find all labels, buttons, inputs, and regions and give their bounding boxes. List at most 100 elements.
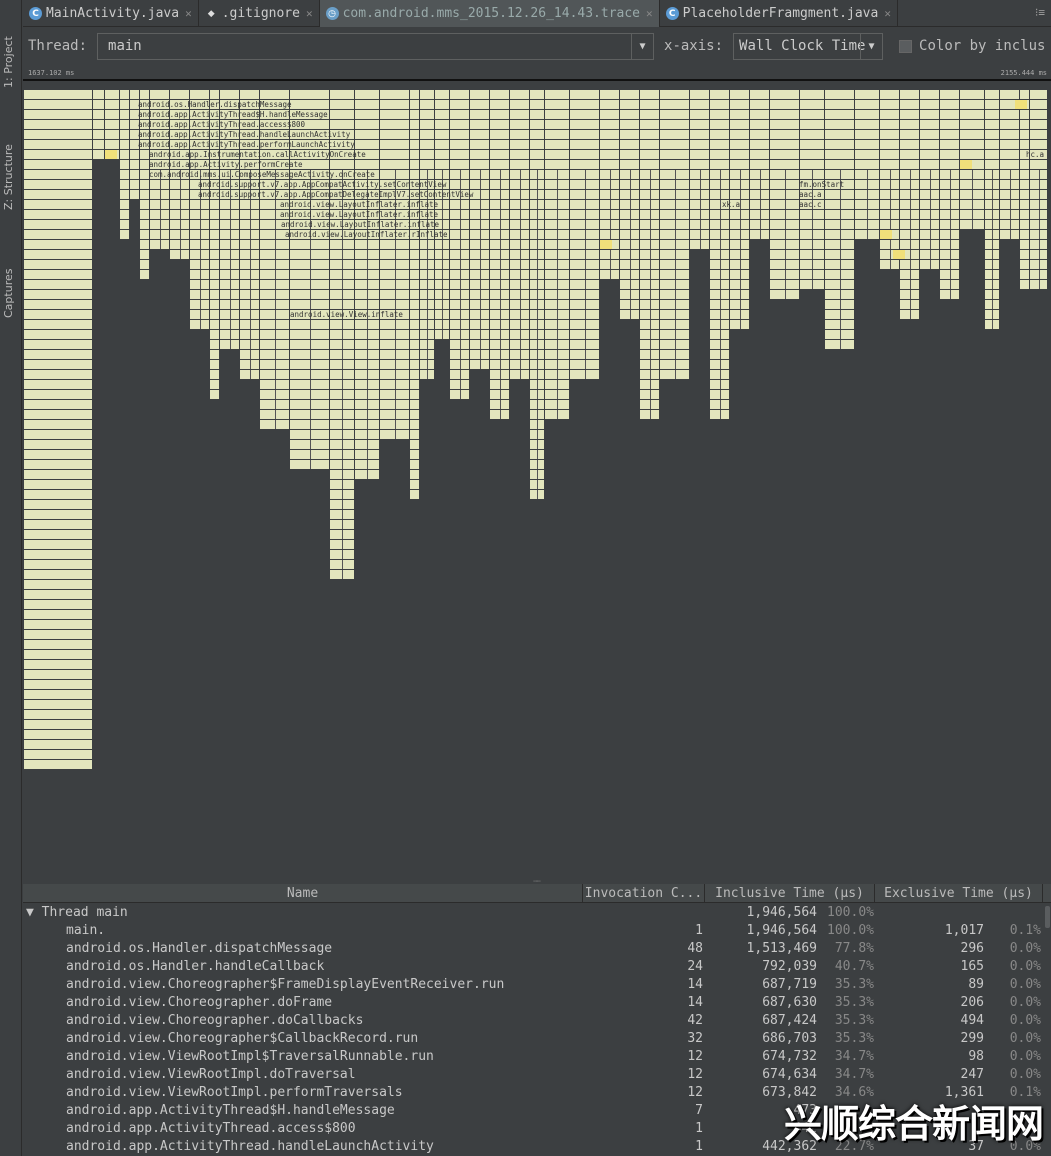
flame-bar[interactable] bbox=[600, 110, 619, 119]
flame-bar[interactable] bbox=[730, 230, 749, 239]
flame-bar[interactable] bbox=[620, 110, 639, 119]
close-icon[interactable]: ✕ bbox=[646, 7, 653, 20]
flame-bar[interactable] bbox=[220, 210, 239, 219]
flame-bar[interactable] bbox=[355, 90, 379, 99]
flame-bar[interactable] bbox=[920, 150, 939, 159]
flame-bar[interactable] bbox=[510, 350, 529, 359]
flame-bar[interactable] bbox=[24, 410, 92, 419]
flame-bar[interactable] bbox=[825, 160, 854, 169]
flame-bar[interactable] bbox=[240, 260, 259, 269]
flame-bar[interactable] bbox=[490, 170, 509, 179]
flame-bar[interactable] bbox=[1030, 160, 1047, 169]
flame-bar[interactable] bbox=[510, 140, 529, 149]
flame-bar[interactable] bbox=[490, 180, 509, 189]
flame-bar[interactable] bbox=[710, 340, 729, 349]
flame-bar[interactable] bbox=[24, 430, 92, 439]
flame-bar[interactable] bbox=[330, 100, 354, 109]
flame-bar[interactable] bbox=[545, 100, 569, 109]
flame-bar[interactable] bbox=[435, 150, 449, 159]
flame-bar[interactable] bbox=[140, 240, 149, 249]
flame-bar[interactable] bbox=[660, 340, 689, 349]
flame-bar[interactable] bbox=[510, 200, 529, 209]
flame-bar[interactable] bbox=[93, 120, 104, 129]
flame-bar[interactable] bbox=[825, 330, 854, 339]
flame-bar[interactable] bbox=[1020, 270, 1029, 279]
flame-bar[interactable] bbox=[380, 130, 409, 139]
flame-bar[interactable] bbox=[985, 110, 999, 119]
flame-bar[interactable] bbox=[940, 240, 959, 249]
flame-bar[interactable] bbox=[410, 380, 419, 389]
flame-bar[interactable] bbox=[900, 120, 919, 129]
flame-bar[interactable] bbox=[940, 170, 959, 179]
flame-bar[interactable] bbox=[825, 320, 854, 329]
flame-bar[interactable] bbox=[210, 330, 219, 339]
flame-bar[interactable] bbox=[24, 730, 92, 739]
flame-bar[interactable] bbox=[880, 180, 899, 189]
flame-bar[interactable] bbox=[640, 200, 659, 209]
flame-bar[interactable] bbox=[24, 180, 92, 189]
flame-bar[interactable] bbox=[825, 90, 854, 99]
flame-bar[interactable] bbox=[470, 260, 489, 269]
flame-bar[interactable] bbox=[940, 210, 959, 219]
flame-bar[interactable] bbox=[920, 190, 939, 199]
flame-bar[interactable] bbox=[770, 270, 799, 279]
flame-bar[interactable] bbox=[770, 180, 799, 189]
flame-bar[interactable] bbox=[240, 320, 259, 329]
flame-bar[interactable] bbox=[880, 210, 899, 219]
flame-bar[interactable] bbox=[220, 290, 239, 299]
flame-bar[interactable] bbox=[490, 360, 509, 369]
flame-bar[interactable] bbox=[1000, 210, 1019, 219]
chevron-down-icon[interactable]: ▼ bbox=[631, 33, 653, 59]
flame-bar[interactable] bbox=[380, 390, 409, 399]
flame-bar[interactable] bbox=[24, 520, 92, 529]
flame-bar[interactable] bbox=[825, 130, 854, 139]
flame-bar[interactable] bbox=[825, 200, 854, 209]
flame-bar[interactable] bbox=[825, 310, 854, 319]
flame-bar[interactable] bbox=[570, 110, 599, 119]
flame-bar[interactable] bbox=[825, 280, 854, 289]
flame-bar[interactable] bbox=[770, 250, 799, 259]
flame-bar[interactable] bbox=[450, 110, 469, 119]
flame-bar[interactable] bbox=[150, 90, 169, 99]
flame-bar[interactable] bbox=[290, 260, 329, 269]
flame-bar[interactable] bbox=[260, 400, 289, 409]
flame-bar[interactable] bbox=[220, 280, 239, 289]
flame-bar[interactable] bbox=[880, 110, 899, 119]
flame-bar[interactable] bbox=[710, 270, 729, 279]
flame-bar[interactable] bbox=[290, 90, 329, 99]
flame-bar[interactable] bbox=[435, 160, 449, 169]
flame-bar[interactable] bbox=[570, 170, 599, 179]
flame-bar[interactable] bbox=[640, 180, 659, 189]
flame-bar[interactable] bbox=[240, 310, 259, 319]
flame-bar[interactable] bbox=[450, 330, 469, 339]
flame-bar[interactable] bbox=[24, 120, 92, 129]
flame-bar[interactable] bbox=[210, 270, 219, 279]
flame-bar[interactable] bbox=[710, 240, 729, 249]
flame-bar[interactable] bbox=[510, 270, 529, 279]
flame-bar[interactable] bbox=[570, 100, 599, 109]
flame-bar[interactable] bbox=[220, 90, 239, 99]
flame-bar[interactable] bbox=[290, 390, 329, 399]
flame-bar[interactable] bbox=[410, 390, 419, 399]
flame-bar[interactable] bbox=[93, 150, 104, 159]
flame-bar[interactable] bbox=[450, 370, 469, 379]
flame-bar[interactable] bbox=[920, 240, 939, 249]
flame-bar[interactable] bbox=[940, 270, 959, 279]
flame-bar[interactable] bbox=[410, 450, 419, 459]
flame-bar[interactable] bbox=[940, 140, 959, 149]
tab-trace[interactable]: ◷ com.android.mms_2015.12.26_14.43.trace ✕ bbox=[319, 0, 660, 27]
flame-bar[interactable] bbox=[240, 300, 259, 309]
flame-bar[interactable] bbox=[140, 230, 149, 239]
flame-bar[interactable] bbox=[450, 360, 469, 369]
flame-bar[interactable] bbox=[640, 340, 659, 349]
flame-bar[interactable] bbox=[510, 320, 529, 329]
flame-bar[interactable] bbox=[545, 140, 569, 149]
flame-bar[interactable] bbox=[210, 310, 219, 319]
flame-bar[interactable] bbox=[1020, 260, 1029, 269]
flame-bar[interactable] bbox=[380, 250, 409, 259]
flame-bar[interactable] bbox=[470, 310, 489, 319]
flame-bar[interactable] bbox=[640, 400, 659, 409]
flame-bar[interactable] bbox=[220, 320, 239, 329]
flame-bar[interactable] bbox=[600, 230, 619, 239]
flame-bar[interactable] bbox=[435, 120, 449, 129]
